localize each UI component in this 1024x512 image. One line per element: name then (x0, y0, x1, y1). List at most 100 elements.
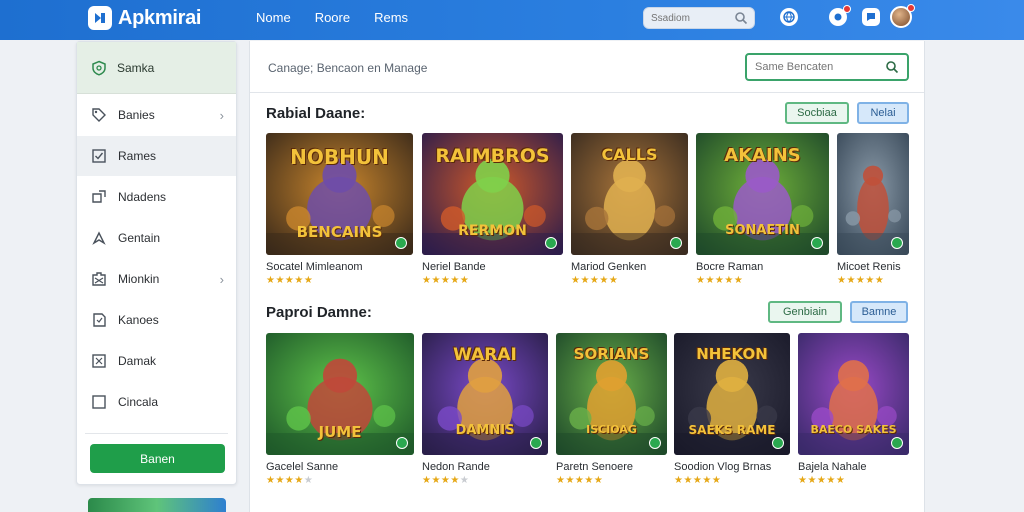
game-card[interactable]: Micoet Renis ★★★★★ (837, 133, 909, 291)
game-card-name: Gacelel Sanne (266, 461, 339, 473)
star-rating: ★★★★★ (696, 275, 744, 286)
game-card-name: Micoet Renis (837, 261, 901, 273)
section-filter-button[interactable]: Socbiaa (785, 102, 849, 124)
star-rating: ★★★★★ (571, 275, 619, 286)
avatar-badge (907, 4, 915, 12)
search-icon[interactable] (734, 11, 748, 25)
game-cover-subtitle: BAECO SAKES (810, 423, 897, 437)
game-card[interactable]: SORIANS ISCIOAG Paretn Senoere ★★★★★ (556, 333, 667, 491)
game-card[interactable]: NHEKON SAEKS RAME Soodion Vlog Brnas ★★★★★ (674, 333, 790, 491)
tag-icon (92, 108, 106, 122)
game-card[interactable]: AKAINS SONAETIN Bocre Raman ★★★★★ (696, 133, 829, 291)
game-card-name: Paretn Senoere (556, 461, 634, 473)
game-card-name: Neriel Bande (422, 261, 486, 273)
game-card[interactable]: BAECO SAKES Bajela Nahale ★★★★★ (798, 333, 909, 491)
game-card-name: Socatel Mimleanom (266, 261, 363, 273)
sidebar-item-label: Kanoes (118, 313, 159, 327)
main-search (745, 53, 909, 81)
game-cover-title: WARAI (453, 345, 517, 366)
sidebar-item-cincala[interactable]: Cincala (77, 382, 236, 422)
game-cover-title: SORIANS (573, 345, 650, 364)
breadcrumb: Canage; Bencaon en Manage (268, 61, 428, 75)
sidebar-item-mionkin[interactable]: Mionkin › (77, 259, 236, 299)
share-icon (92, 190, 106, 203)
section-title: Paproi Damne: (266, 304, 372, 321)
game-cover-image[interactable] (798, 333, 909, 455)
main-panel: Canage; Bencaon en Manage Rabial Daane: S… (249, 41, 925, 512)
sidebar-item-rames[interactable]: Rames (77, 136, 236, 176)
sidebar-item-banies[interactable]: Banies › (77, 95, 236, 135)
main-header: Canage; Bencaon en Manage (250, 41, 924, 93)
nav-item-roore[interactable]: Roore (315, 10, 350, 25)
game-cover-title: NOBHUN (290, 145, 389, 170)
shield-icon (92, 60, 106, 76)
sidebar-item-kanoes[interactable]: Kanoes (77, 300, 236, 340)
app-logo[interactable]: Apkmirai (88, 4, 201, 32)
puzzle-icon (92, 272, 106, 286)
search-icon[interactable] (885, 60, 899, 74)
verified-check-icon (649, 437, 661, 449)
star-rating: ★★★★★ (798, 475, 846, 486)
sidebar-item-ndadens[interactable]: Ndadens (77, 177, 236, 217)
section-filter-button[interactable]: Bamne (850, 301, 908, 323)
avatar[interactable] (890, 4, 915, 28)
verified-check-icon (670, 237, 682, 249)
star-rating: ★★★★★ (837, 275, 885, 286)
section-filter-button[interactable]: Genbiain (768, 301, 842, 323)
star-rating: ★★★★★ (266, 275, 314, 286)
verified-check-icon (545, 237, 557, 249)
game-card-name: Nedon Rande (422, 461, 490, 473)
top-search (643, 7, 755, 29)
verified-check-icon (396, 437, 408, 449)
notification-icon[interactable] (829, 5, 851, 26)
verified-check-icon (811, 237, 823, 249)
sidebar-item-label: Rames (118, 149, 157, 163)
sidebar-item-label: Cincala (118, 395, 159, 409)
sidebar-item-gentain[interactable]: Gentain (77, 218, 236, 258)
chevron-right-icon: › (219, 271, 224, 287)
cross-box-icon (92, 354, 106, 368)
message-icon[interactable] (862, 8, 880, 26)
game-cover-subtitle: ISCIOAG (586, 423, 637, 437)
sidebar-action-button[interactable]: Banen (90, 444, 225, 473)
verified-check-icon (395, 237, 407, 249)
section-title: Rabial Daane: (266, 105, 366, 122)
sidebar-thumbnail[interactable] (88, 498, 226, 512)
star-rating: ★★★★★ (422, 475, 470, 486)
game-cover-subtitle: SONAETIN (725, 223, 800, 239)
globe-icon[interactable] (780, 8, 798, 26)
game-cover-subtitle: JUME (318, 423, 362, 442)
verified-check-icon (772, 437, 784, 449)
sidebar-item-label: Ndadens (118, 190, 167, 204)
top-nav: Nome Roore Rems (256, 10, 432, 25)
sidebar: Samka Banies › Rames Ndadens Gentain Mionkin ›… (76, 41, 237, 485)
game-cover-subtitle: RERMON (458, 223, 527, 240)
sidebar-header[interactable]: Samka (77, 42, 236, 94)
game-card-name: Mariod Genken (571, 261, 647, 273)
search-input[interactable] (644, 8, 728, 29)
star-rating: ★★★★★ (674, 475, 722, 486)
star-rating: ★★★★★ (266, 475, 314, 486)
game-card[interactable]: CALLS Mariod Genken ★★★★★ (571, 133, 688, 291)
app-title: Apkmirai (118, 6, 202, 29)
app-logo-icon (88, 6, 112, 30)
chevron-right-icon: › (219, 107, 224, 123)
nav-item-home[interactable]: Nome (256, 10, 291, 25)
game-card[interactable]: JUME Gacelel Sanne ★★★★★ (266, 333, 414, 491)
nav-item-rems[interactable]: Rems (374, 10, 408, 25)
arrow-up-icon (92, 231, 106, 245)
game-card[interactable]: WARAI DAMNIS Nedon Rande ★★★★★ (422, 333, 548, 491)
verified-check-icon (891, 237, 903, 249)
sidebar-item-label: Gentain (118, 231, 161, 245)
game-card-name: Soodion Vlog Brnas (674, 461, 772, 473)
sidebar-item-label: Mionkin (118, 272, 160, 286)
game-card[interactable]: NOBHUN BENCAINS Socatel Mimleanom ★★★★★ (266, 133, 413, 291)
square-icon (92, 395, 106, 409)
game-card[interactable]: RAIMBROS RERMON Neriel Bande ★★★★★ (422, 133, 563, 291)
sidebar-item-damak[interactable]: Damak (77, 341, 236, 381)
section-filter-button[interactable]: Nelai (857, 102, 909, 124)
sidebar-item-label: Damak (118, 354, 157, 368)
sidebar-divider (85, 433, 228, 434)
main-search-input[interactable] (747, 55, 877, 79)
game-cover-subtitle: SAEKS RAME (688, 423, 776, 438)
